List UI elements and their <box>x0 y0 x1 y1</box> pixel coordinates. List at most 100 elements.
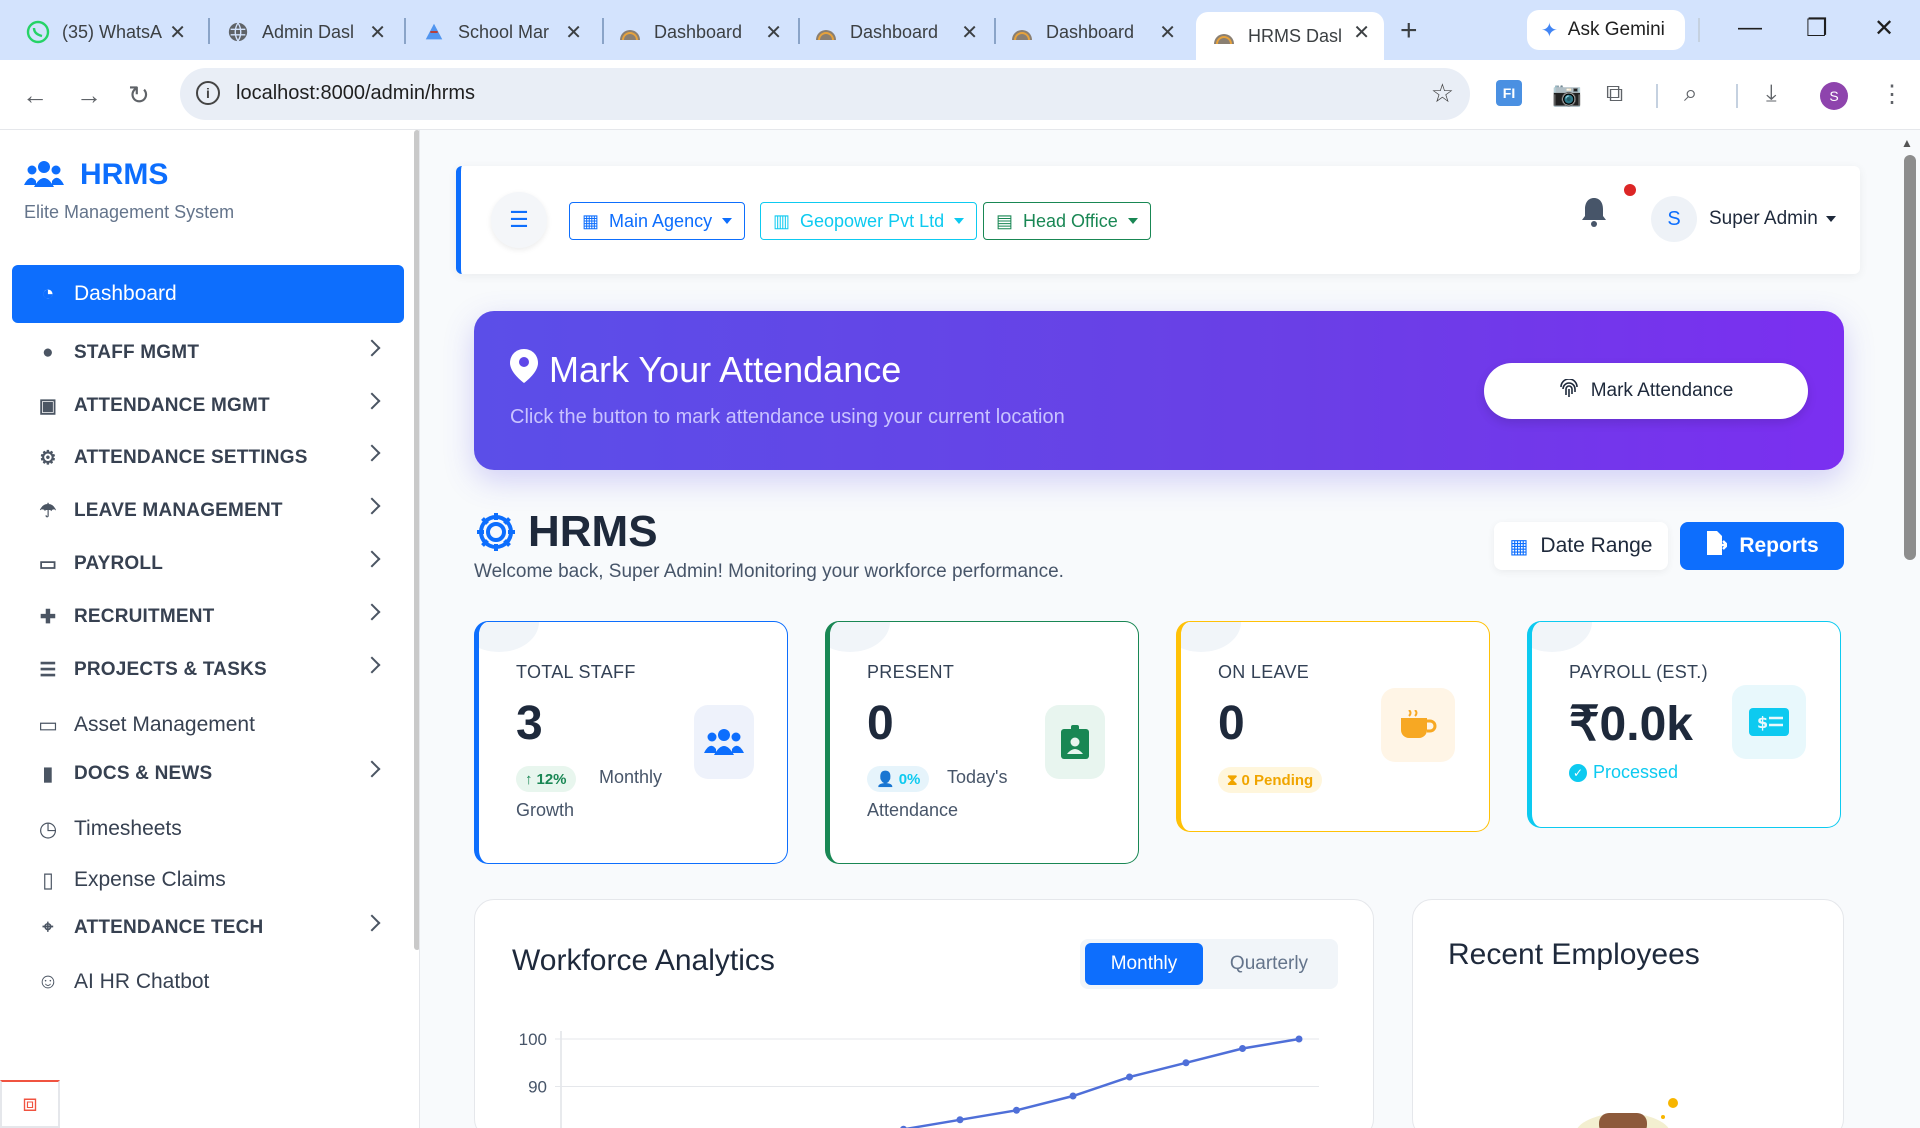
sidebar-item-staff-mgmt[interactable]: ● STAFF MGMT <box>12 324 404 382</box>
close-tab-icon[interactable]: ✕ <box>1353 20 1370 45</box>
browser-tab[interactable]: School Mar ✕ <box>406 12 596 52</box>
umbrella-beach-icon: ☂ <box>39 500 57 522</box>
browser-tab[interactable]: Dashboard ✕ <box>994 12 1190 52</box>
close-tab-icon[interactable]: ✕ <box>169 20 186 45</box>
url-text[interactable]: localhost:8000/admin/hrms <box>236 82 475 105</box>
stat-card-present[interactable]: PRESENT 0 👤 0% Today's Attendance <box>825 621 1139 864</box>
back-icon[interactable]: ← <box>22 80 48 111</box>
site-info-icon[interactable]: i <box>196 81 220 105</box>
close-tab-icon[interactable]: ✕ <box>369 20 386 45</box>
scroll-up-icon[interactable]: ▲ <box>1901 136 1913 150</box>
sidebar-item-attendance-settings[interactable]: ⚙ ATTENDANCE SETTINGS <box>12 429 404 487</box>
browser-tab[interactable]: Dashboard ✕ <box>798 12 992 52</box>
camera-icon[interactable]: 📷 <box>1552 80 1582 109</box>
close-tab-icon[interactable]: ✕ <box>1159 20 1176 45</box>
company-dropdown[interactable]: ▥ Geopower Pvt Ltd <box>760 202 978 240</box>
cogs-icon: ⚙ <box>39 447 57 469</box>
extensions-puzzle-icon[interactable]: ⧉ <box>1606 80 1623 108</box>
browser-tab-bar: (35) WhatsA ✕ Admin Dasl ✕ School Mar ✕ … <box>0 0 1920 60</box>
minimize-icon[interactable]: — <box>1738 14 1762 42</box>
laptop-icon: ▭ <box>38 713 58 737</box>
profile-avatar[interactable]: S <box>1820 82 1848 110</box>
sidebar-scrollbar[interactable] <box>414 130 419 950</box>
brand-subtitle: Elite Management System <box>24 202 235 222</box>
reports-button[interactable]: Reports <box>1680 522 1844 570</box>
gear-icon <box>474 510 518 554</box>
pending-badge: ⧗ 0 Pending <box>1218 767 1323 793</box>
gemini-sparkle-icon: ✦ <box>1541 19 1558 42</box>
agency-dropdown[interactable]: ▦ Main Agency <box>569 202 746 240</box>
clock-icon: ◷ <box>38 817 58 841</box>
sidebar-item-projects-tasks[interactable]: ☰ PROJECTS & TASKS <box>12 641 404 699</box>
browser-tab[interactable]: (35) WhatsA ✕ <box>10 12 200 52</box>
page-title: HRMS <box>528 507 658 556</box>
calendar-icon: ▦ <box>1509 535 1529 558</box>
welcome-text: Welcome back, Super Admin! Monitoring yo… <box>474 561 1064 582</box>
user-menu[interactable]: Super Admin <box>1709 208 1836 230</box>
coffee-icon <box>1381 688 1455 762</box>
stat-card-payroll[interactable]: PAYROLL (EST.) ₹0.0k $ ✓ Processed <box>1527 621 1841 828</box>
restore-icon[interactable]: ❐ <box>1806 14 1828 43</box>
brand[interactable]: HRMS <box>24 158 168 192</box>
user-avatar[interactable]: S <box>1651 196 1697 242</box>
cast-search-icon[interactable]: ⌕ <box>1684 80 1697 108</box>
browser-tab-active[interactable]: HRMS Dasl ✕ <box>1196 12 1384 60</box>
sidebar-item-attendance-mgmt[interactable]: ▣ ATTENDANCE MGMT <box>12 377 404 435</box>
page-header: HRMS <box>474 507 658 557</box>
stat-description: Monthly Growth <box>516 767 663 820</box>
notification-bell-icon[interactable] <box>1580 196 1608 236</box>
sidebar-item-leave-management[interactable]: ☂ LEAVE MANAGEMENT <box>12 482 404 540</box>
recent-title: Recent Employees <box>1448 938 1700 971</box>
close-window-icon[interactable]: ✕ <box>1874 14 1894 43</box>
whatsapp-icon <box>26 20 50 44</box>
id-badge-icon <box>1045 705 1105 779</box>
sidebar-item-dashboard[interactable]: ◔ Dashboard <box>12 265 404 323</box>
page-scroll-thumb[interactable] <box>1904 155 1916 560</box>
user-icon: ● <box>42 342 54 363</box>
close-tab-icon[interactable]: ✕ <box>565 20 582 45</box>
sidebar-item-label: STAFF MGMT <box>74 342 200 363</box>
sidebar-item-docs-news[interactable]: ▮ DOCS & NEWS <box>12 745 404 803</box>
sidebar-item-attendance-tech[interactable]: ⌖ ATTENDANCE TECH <box>12 899 404 957</box>
sidebar-item-timesheets[interactable]: ◷ Timesheets <box>12 800 404 858</box>
mark-attendance-button[interactable]: Mark Attendance <box>1484 363 1808 419</box>
forward-icon[interactable]: → <box>76 80 102 111</box>
sidebar-item-recruitment[interactable]: ✚ RECRUITMENT <box>12 588 404 646</box>
reload-icon[interactable]: ↻ <box>128 80 150 111</box>
browser-tab[interactable]: Admin Dasl ✕ <box>210 12 400 52</box>
extension-fi-icon[interactable]: FI <box>1496 80 1522 106</box>
store-icon: ▤ <box>996 210 1014 231</box>
stat-card-on-leave[interactable]: ON LEAVE 0 ⧗ 0 Pending <box>1176 621 1490 832</box>
user-plus-icon: ✚ <box>39 606 57 628</box>
data-point <box>1126 1073 1133 1081</box>
stat-card-total-staff[interactable]: TOTAL STAFF 3 ↑ 12% Monthly Growth <box>474 621 788 864</box>
chevron-right-icon <box>363 760 381 778</box>
sidebar-item-ai-hr-chatbot[interactable]: ☺ AI HR Chatbot <box>12 953 404 1011</box>
app-icon <box>618 20 642 44</box>
new-tab-icon[interactable]: + <box>1400 14 1418 48</box>
browser-tab[interactable]: Dashboard ✕ <box>602 12 796 52</box>
users-cog-icon <box>24 159 64 191</box>
close-tab-icon[interactable]: ✕ <box>765 20 782 45</box>
date-range-button[interactable]: ▦ Date Range <box>1494 522 1668 570</box>
sidebar-item-label: Timesheets <box>74 817 182 840</box>
url-bar[interactable]: i localhost:8000/admin/hrms ☆ <box>180 68 1470 120</box>
hourglass-icon: ⧗ <box>1227 771 1238 789</box>
menu-dots-icon[interactable]: ⋮ <box>1880 80 1904 109</box>
tasks-icon: ☰ <box>39 659 57 681</box>
ask-gemini-button[interactable]: ✦ Ask Gemini <box>1527 10 1685 50</box>
download-icon[interactable]: ⤓ <box>1766 80 1777 108</box>
sidebar-item-label: PAYROLL <box>74 553 164 574</box>
receipt-icon: ▯ <box>42 868 54 892</box>
building-icon: ▥ <box>773 210 791 231</box>
map-pin-icon <box>510 349 538 383</box>
sidebar-item-payroll[interactable]: ▭ PAYROLL <box>12 535 404 593</box>
office-dropdown[interactable]: ▤ Head Office <box>983 202 1151 240</box>
sidebar-item-label: ATTENDANCE MGMT <box>74 395 270 416</box>
laravel-debug-icon[interactable]: ⧈ <box>0 1080 60 1128</box>
close-tab-icon[interactable]: ✕ <box>961 20 978 45</box>
hamburger-menu-icon[interactable]: ☰ <box>491 192 547 248</box>
stat-label: TOTAL STAFF <box>516 662 636 682</box>
bookmark-star-icon[interactable]: ☆ <box>1431 78 1454 109</box>
chevron-right-icon <box>363 603 381 621</box>
